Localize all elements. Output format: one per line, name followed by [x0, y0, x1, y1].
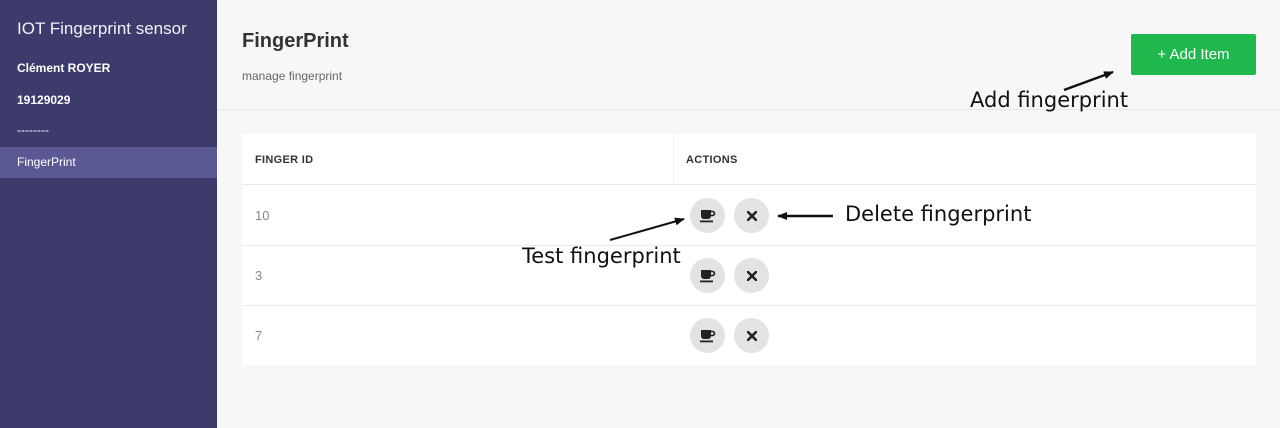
- delete-fingerprint-button[interactable]: [734, 318, 769, 353]
- fingerprint-table: FINGER ID ACTIONS 10 3 7: [242, 134, 1256, 365]
- finger-id-cell: 10: [255, 208, 270, 223]
- finger-id-cell: 3: [255, 268, 263, 283]
- user-name: Clément ROYER: [17, 61, 111, 75]
- sidebar-item-label: FingerPrint: [17, 155, 76, 169]
- delete-fingerprint-annotation: Delete fingerprint: [845, 202, 1032, 226]
- sidebar: IOT Fingerprint sensor Clément ROYER 191…: [0, 0, 217, 428]
- coffee-cup-icon: [699, 329, 715, 342]
- table-header: FINGER ID ACTIONS: [242, 134, 1256, 185]
- test-fingerprint-annotation: Test fingerprint: [522, 244, 681, 268]
- close-icon: [746, 330, 757, 341]
- column-header-finger-id: FINGER ID: [255, 154, 314, 166]
- close-icon: [746, 270, 757, 281]
- test-fingerprint-button[interactable]: [690, 318, 725, 353]
- page-title: FingerPrint: [242, 30, 349, 52]
- delete-fingerprint-button[interactable]: [734, 198, 769, 233]
- add-fingerprint-annotation: Add fingerprint: [970, 88, 1129, 112]
- add-item-button[interactable]: + Add Item: [1131, 34, 1256, 75]
- column-header-actions: ACTIONS: [686, 154, 738, 166]
- delete-fingerprint-button[interactable]: [734, 258, 769, 293]
- sidebar-separator: --------: [17, 123, 49, 137]
- test-fingerprint-button[interactable]: [690, 198, 725, 233]
- coffee-cup-icon: [699, 209, 715, 222]
- table-row: 3: [242, 246, 1256, 306]
- page-subtitle: manage fingerprint: [242, 69, 343, 83]
- app-title: IOT Fingerprint sensor: [17, 19, 187, 38]
- finger-id-cell: 7: [255, 328, 263, 343]
- sidebar-item-fingerprint[interactable]: FingerPrint: [0, 147, 217, 178]
- test-fingerprint-button[interactable]: [690, 258, 725, 293]
- column-divider: [673, 134, 674, 185]
- table-row: 7: [242, 306, 1256, 366]
- coffee-cup-icon: [699, 269, 715, 282]
- table-row: 10: [242, 186, 1256, 246]
- user-id: 19129029: [17, 93, 71, 107]
- close-icon: [746, 210, 757, 221]
